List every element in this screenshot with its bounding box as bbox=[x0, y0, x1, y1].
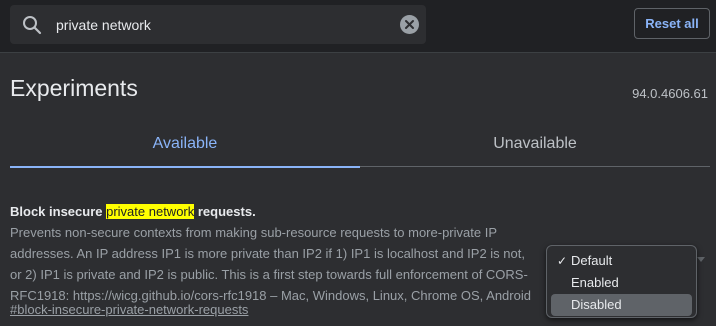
option-label: Enabled bbox=[571, 275, 619, 290]
experiment-title-suffix: requests. bbox=[194, 204, 256, 219]
experiment-description: Prevents non-secure contexts from making… bbox=[10, 225, 531, 303]
search-match-highlight: private network bbox=[106, 204, 195, 219]
header-bar: Reset all bbox=[0, 0, 716, 53]
search-box[interactable] bbox=[10, 5, 426, 44]
experiment-title: Block insecure private network requests. bbox=[10, 204, 256, 219]
option-enabled[interactable]: Enabled bbox=[551, 272, 692, 294]
experiment-anchor-link[interactable]: #block-insecure-private-network-requests bbox=[10, 302, 248, 317]
option-label: Default bbox=[571, 253, 613, 268]
search-icon bbox=[23, 16, 42, 35]
experiment-title-prefix: Block insecure bbox=[10, 204, 107, 219]
page-title: Experiments bbox=[10, 75, 138, 101]
check-icon: ✓ bbox=[557, 254, 568, 268]
search-input[interactable] bbox=[56, 5, 386, 44]
experiment-state-dropdown[interactable]: ✓ Default Enabled Disabled bbox=[546, 245, 697, 318]
clear-icon[interactable] bbox=[400, 15, 419, 34]
option-label: Disabled bbox=[571, 297, 622, 312]
option-disabled[interactable]: Disabled bbox=[551, 294, 692, 316]
tab-unavailable[interactable]: Unavailable bbox=[360, 122, 710, 167]
tab-available[interactable]: Available bbox=[10, 122, 360, 168]
version-label: 94.0.4606.61 bbox=[632, 86, 708, 101]
reset-all-button[interactable]: Reset all bbox=[634, 8, 710, 39]
option-default[interactable]: ✓ Default bbox=[551, 250, 692, 272]
chevron-down-icon[interactable] bbox=[696, 254, 706, 264]
